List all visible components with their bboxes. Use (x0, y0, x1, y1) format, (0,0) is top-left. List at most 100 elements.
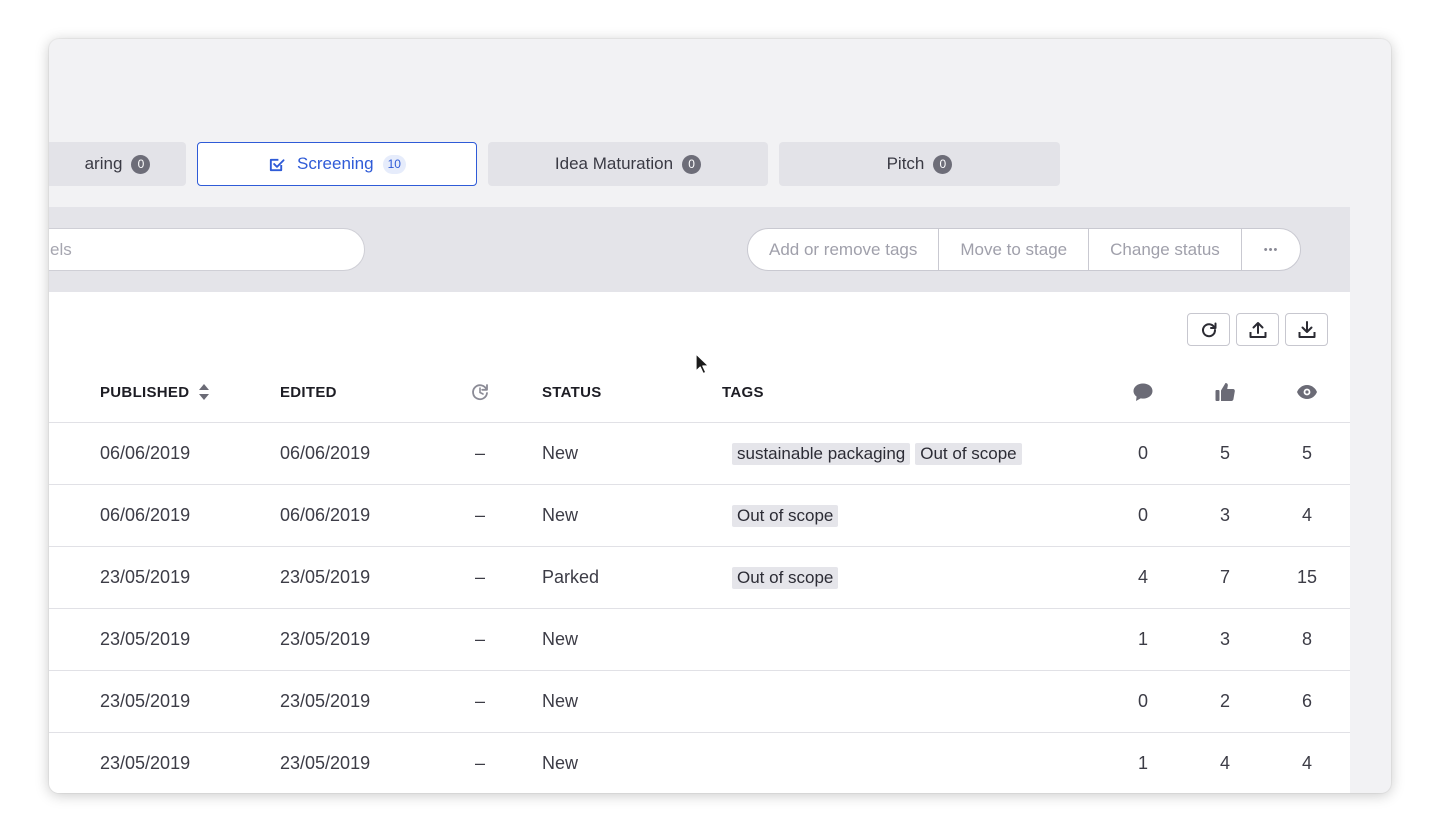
more-options-button[interactable]: ••• (1242, 229, 1301, 270)
tab-stage-sharing[interactable]: aring 0 (49, 142, 186, 186)
comments-column-header[interactable] (1123, 362, 1163, 422)
tags-cell: Out of scope (732, 485, 843, 546)
cycle-cell: – (474, 567, 485, 587)
published-column-header[interactable]: PUBLISHED (100, 362, 210, 422)
published-date-cell: 23/05/2019 (100, 753, 191, 773)
checkbox-icon (269, 158, 285, 171)
cycle-cell: – (474, 629, 485, 649)
published-date-cell: 06/06/2019 (100, 505, 191, 525)
tag-chip[interactable]: sustainable packaging (732, 442, 911, 465)
tab-label: Screening (297, 154, 374, 173)
table-row[interactable]: 06/06/2019 06/06/2019 – New 0 5 5 sustainable p… (49, 423, 1350, 485)
cycle-cell: – (474, 753, 485, 773)
status-cell: New (542, 691, 579, 711)
tab-label: aring (84, 154, 123, 173)
likes-count-cell: 7 (1219, 567, 1230, 587)
views-column-header[interactable] (1287, 362, 1327, 422)
export-button[interactable] (1236, 313, 1279, 346)
edited-date-cell: 23/05/2019 (280, 753, 371, 773)
add-remove-tags-button[interactable]: Add or remove tags (748, 229, 940, 270)
tab-label: Pitch (886, 154, 925, 173)
published-date-cell: 23/05/2019 (100, 567, 191, 587)
likes-count-cell: 3 (1219, 629, 1230, 649)
edited-date-cell: 23/05/2019 (280, 629, 371, 649)
views-count-cell: 4 (1301, 505, 1312, 525)
comments-count-cell: 0 (1137, 505, 1148, 525)
thumbs-up-icon (1215, 383, 1235, 401)
comments-count-cell: 0 (1137, 443, 1148, 463)
published-date-cell: 06/06/2019 (100, 443, 191, 463)
views-count-cell: 5 (1301, 443, 1312, 463)
table-row[interactable]: 23/05/2019 23/05/2019 – Parked 4 7 15 Out of sc… (49, 547, 1350, 609)
published-date-cell: 23/05/2019 (100, 691, 191, 711)
status-cell: New (542, 753, 579, 773)
upload-icon (1249, 321, 1266, 338)
cycle-icon (472, 384, 488, 401)
tags-header-label: TAGS (722, 383, 764, 401)
cycle-cell: – (474, 505, 485, 525)
likes-count-cell: 4 (1219, 753, 1230, 773)
likes-count-cell: 3 (1219, 505, 1230, 525)
tab-stage-idea-maturation[interactable]: Idea Maturation 0 (488, 142, 768, 186)
comments-count-cell: 4 (1137, 567, 1148, 587)
tab-count-badge: 0 (682, 154, 702, 174)
edited-date-cell: 06/06/2019 (280, 505, 371, 525)
cycle-cell: – (474, 443, 485, 463)
tag-chip[interactable]: Out of scope (915, 442, 1022, 465)
bulk-action-button-group: Add or remove tags Move to stage Change … (747, 228, 1302, 271)
table-row[interactable]: 06/06/2019 06/06/2019 – New 0 3 4 Out of scope (49, 485, 1350, 547)
status-column-header[interactable]: STATUS (542, 362, 602, 422)
mouse-cursor-icon (695, 353, 709, 375)
views-count-cell: 8 (1301, 629, 1312, 649)
eye-icon (1297, 385, 1317, 399)
table-row[interactable]: 23/05/2019 23/05/2019 – New 1 4 4 (49, 733, 1350, 793)
table-row[interactable]: 23/05/2019 23/05/2019 – New 0 2 6 (49, 671, 1350, 733)
sort-icon[interactable] (198, 383, 210, 401)
cycle-cell: – (474, 691, 485, 711)
tag-chip[interactable]: Out of scope (732, 566, 839, 589)
change-status-button[interactable]: Change status (1089, 229, 1242, 270)
tab-stage-screening[interactable]: Screening 10 (197, 142, 477, 186)
views-count-cell: 15 (1296, 567, 1318, 587)
comments-count-cell: 0 (1137, 691, 1148, 711)
app-window: aring 0 Screening 10 Idea Maturation 0 P… (49, 39, 1391, 793)
refresh-button[interactable] (1187, 313, 1230, 346)
edited-date-cell: 06/06/2019 (280, 443, 371, 463)
tag-chip[interactable]: Out of scope (732, 504, 839, 527)
search-input[interactable] (49, 228, 365, 271)
move-to-stage-button[interactable]: Move to stage (939, 229, 1090, 270)
edited-date-cell: 23/05/2019 (280, 691, 371, 711)
tab-stage-pitch[interactable]: Pitch 0 (779, 142, 1060, 186)
views-count-cell: 4 (1301, 753, 1312, 773)
views-count-cell: 6 (1301, 691, 1312, 711)
status-cell: New (542, 629, 579, 649)
likes-column-header[interactable] (1205, 362, 1245, 422)
tags-cell: sustainable packaging Out of scope (732, 423, 1027, 484)
edited-header-label: EDITED (280, 383, 337, 401)
likes-count-cell: 5 (1219, 443, 1230, 463)
cycle-column-header (460, 362, 500, 422)
published-date-cell: 23/05/2019 (100, 629, 191, 649)
likes-count-cell: 2 (1219, 691, 1230, 711)
comments-count-cell: 1 (1137, 629, 1148, 649)
download-button[interactable] (1285, 313, 1328, 346)
status-header-label: STATUS (542, 383, 602, 401)
tab-count-badge: 10 (382, 154, 406, 174)
status-cell: Parked (542, 567, 600, 587)
edited-column-header[interactable]: EDITED (280, 362, 337, 422)
status-cell: New (542, 505, 579, 525)
tab-count-badge: 0 (933, 154, 953, 174)
published-header-label: PUBLISHED (100, 383, 190, 401)
comment-icon (1133, 383, 1153, 401)
tags-column-header[interactable]: TAGS (722, 362, 764, 422)
status-cell: New (542, 443, 579, 463)
bulk-action-toolbar: Add or remove tags Move to stage Change … (49, 207, 1350, 292)
comments-count-cell: 1 (1137, 753, 1148, 773)
table-row[interactable]: 23/05/2019 23/05/2019 – New 1 3 8 (49, 609, 1350, 671)
refresh-icon (1201, 322, 1216, 337)
download-icon (1298, 320, 1315, 338)
tags-cell: Out of scope (732, 547, 843, 608)
tab-label: Idea Maturation (554, 154, 674, 173)
tab-count-badge: 0 (131, 154, 151, 174)
edited-date-cell: 23/05/2019 (280, 567, 371, 587)
